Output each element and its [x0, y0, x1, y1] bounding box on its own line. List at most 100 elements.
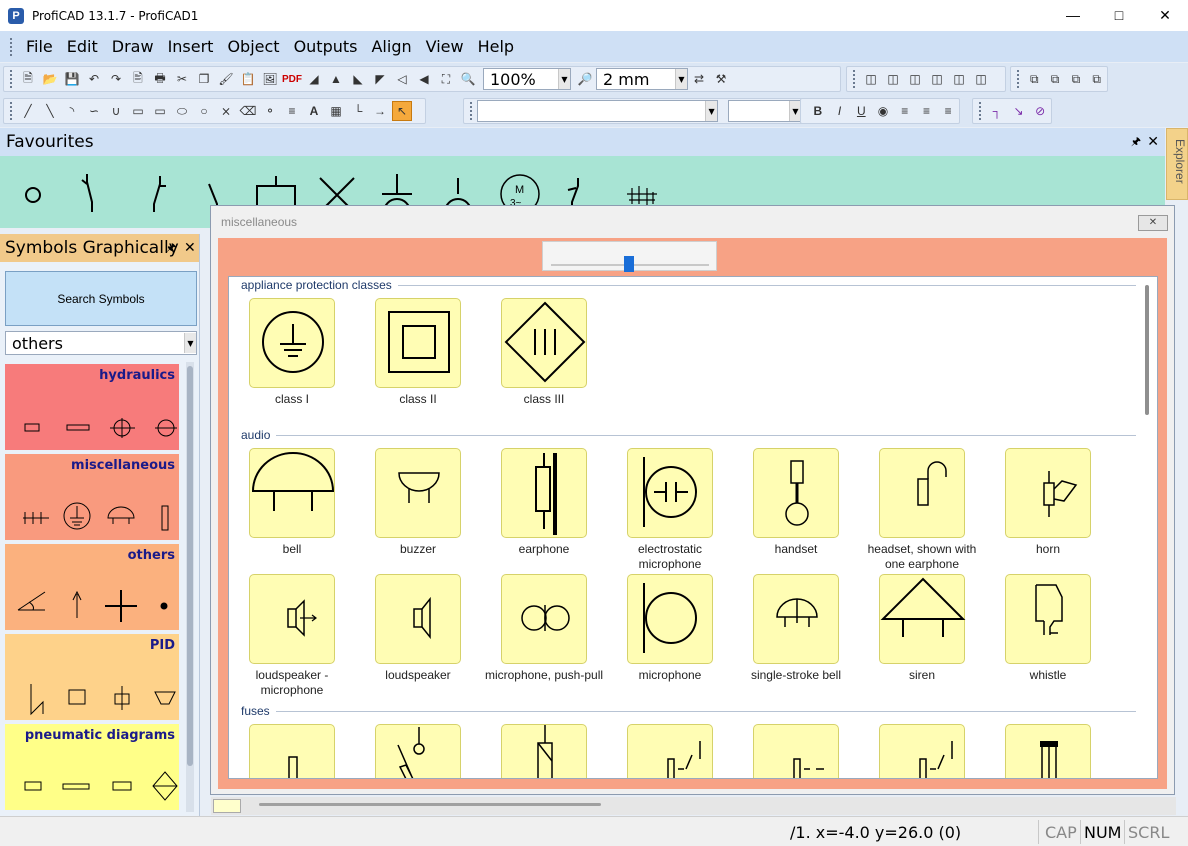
save-icon[interactable]: 💾	[62, 69, 82, 89]
font-size-select[interactable]: ▼	[728, 100, 802, 122]
toolbar-grip[interactable]	[979, 102, 982, 120]
sheet-tab[interactable]	[213, 799, 241, 813]
category-select[interactable]: others ▼	[5, 331, 197, 355]
print-icon[interactable]: 🖶	[150, 69, 170, 89]
horizontal-scrollbar[interactable]	[211, 797, 1176, 815]
toolbar-grip[interactable]	[1017, 70, 1020, 88]
circle-icon[interactable]: ○	[194, 101, 214, 121]
export-image-icon[interactable]: 🖼	[260, 69, 280, 89]
toolbar-grip[interactable]	[10, 102, 13, 120]
cross-icon[interactable]: ⨯	[216, 101, 236, 121]
align-text-center-icon[interactable]: ≡	[917, 101, 937, 121]
send-back-icon[interactable]: ⧉	[1046, 69, 1065, 89]
menu-outputs[interactable]: Outputs	[287, 37, 365, 56]
rounded-rect-icon[interactable]: ▭	[150, 101, 170, 121]
mirror-icon[interactable]: ◁	[392, 69, 412, 89]
library-pneumatic-diagrams[interactable]: pneumatic diagrams	[5, 724, 179, 810]
align-middle-icon[interactable]: ◫	[949, 69, 969, 89]
symbol-size-slider[interactable]	[542, 241, 717, 272]
tools-icon[interactable]: ⚒	[711, 69, 731, 89]
line-icon[interactable]: ╱	[18, 101, 38, 121]
document-close-button[interactable]: ✕	[1138, 215, 1168, 231]
align-right-icon[interactable]: ◫	[905, 69, 925, 89]
pin-icon[interactable]: 🖈	[1131, 133, 1141, 152]
menu-edit[interactable]: Edit	[60, 37, 105, 56]
bezier-icon[interactable]: ∪	[106, 101, 126, 121]
chevron-down-icon[interactable]: ▼	[558, 69, 570, 89]
symbols-panel-scrollbar[interactable]	[186, 362, 194, 812]
menu-help[interactable]: Help	[471, 37, 521, 56]
align-left-icon[interactable]: ◫	[861, 69, 881, 89]
menu-draw[interactable]: Draw	[105, 37, 161, 56]
menu-grip[interactable]	[10, 37, 13, 56]
underline-icon[interactable]: U	[851, 101, 871, 121]
pattern-icon[interactable]: ⚬	[260, 101, 280, 121]
library-miscellaneous[interactable]: miscellaneous	[5, 454, 179, 540]
eraser-icon[interactable]: ⌫	[238, 101, 258, 121]
flip-left-icon[interactable]: ◢	[304, 69, 324, 89]
bold-icon[interactable]: B	[808, 101, 828, 121]
new-file-icon[interactable]: 🗎	[18, 69, 38, 89]
paste-icon[interactable]: 📋	[238, 69, 258, 89]
print-preview-icon[interactable]: 🖹	[128, 69, 148, 89]
chevron-down-icon[interactable]: ▼	[184, 333, 196, 353]
toolbar-grip[interactable]	[853, 70, 856, 88]
menu-insert[interactable]: Insert	[161, 37, 221, 56]
chevron-down-icon[interactable]: ▼	[675, 69, 687, 89]
menu-object[interactable]: Object	[220, 37, 286, 56]
table-icon[interactable]: ▦	[326, 101, 346, 121]
lines-icon[interactable]: ≡	[282, 101, 302, 121]
library-hydraulics[interactable]: hydraulics	[5, 364, 179, 450]
format-painter-icon[interactable]: 🖌	[216, 69, 236, 89]
italic-icon[interactable]: I	[830, 101, 850, 121]
explorer-tab[interactable]: Explorer	[1166, 128, 1188, 200]
align-text-right-icon[interactable]: ≡	[938, 101, 958, 121]
close-icon[interactable]: ✕	[184, 240, 196, 256]
zoom-in-icon[interactable]: 🔍	[458, 69, 478, 89]
menu-file[interactable]: File	[19, 37, 60, 56]
align-bottom-icon[interactable]: ◫	[971, 69, 991, 89]
minimize-button[interactable]: —	[1050, 0, 1096, 31]
close-button[interactable]: ✕	[1142, 0, 1188, 31]
rotate-left-icon[interactable]: ◣	[348, 69, 368, 89]
symbols-grid-scrollbar[interactable]	[1145, 285, 1149, 415]
grid-select[interactable]: 2 mm ▼	[596, 68, 688, 90]
pin-icon[interactable]: 🖈	[166, 239, 176, 258]
menu-view[interactable]: View	[419, 37, 471, 56]
text-icon[interactable]: A	[304, 101, 324, 121]
rectangle-icon[interactable]: ▭	[128, 101, 148, 121]
menu-align[interactable]: Align	[364, 37, 418, 56]
rotate-right-icon[interactable]: ◤	[370, 69, 390, 89]
send-backward-icon[interactable]: ⧉	[1087, 69, 1106, 89]
wire-bridge-icon[interactable]: ┐	[987, 101, 1007, 121]
arc-icon[interactable]: ◝	[62, 101, 82, 121]
flip-up-icon[interactable]: ▲	[326, 69, 346, 89]
redo-icon[interactable]: ↷	[106, 69, 126, 89]
fav-switch-symbol[interactable]	[62, 164, 112, 214]
zoom-out-icon[interactable]: 🔎	[575, 69, 595, 89]
undo-icon[interactable]: ↶	[84, 69, 104, 89]
library-pid[interactable]: PID	[5, 634, 179, 720]
search-symbols-button[interactable]: Search Symbols	[5, 271, 197, 326]
align-top-icon[interactable]: ◫	[927, 69, 947, 89]
ellipse-icon[interactable]: ⬭	[172, 101, 192, 121]
bring-forward-icon[interactable]: ⧉	[1066, 69, 1085, 89]
align-center-icon[interactable]: ◫	[883, 69, 903, 89]
connector-icon[interactable]: →	[370, 101, 390, 121]
toolbar-grip[interactable]	[470, 102, 473, 120]
mirror-vertical-icon[interactable]: ◀	[414, 69, 434, 89]
select-arrow-icon[interactable]: ↖	[392, 101, 412, 121]
open-folder-icon[interactable]: 📂	[40, 69, 60, 89]
wire-icon[interactable]: └	[348, 101, 368, 121]
close-icon[interactable]: ✕	[1147, 134, 1159, 150]
font-family-select[interactable]: ▼	[476, 100, 719, 122]
font-color-icon[interactable]: ◉	[873, 101, 893, 121]
cut-icon[interactable]: ✂	[172, 69, 192, 89]
chevron-down-icon[interactable]: ▼	[705, 101, 718, 121]
zoom-select[interactable]: 100% ▼	[483, 68, 571, 90]
maximize-button[interactable]: □	[1096, 0, 1142, 31]
polyline-icon[interactable]: ╲	[40, 101, 60, 121]
pdf-icon[interactable]: PDF	[282, 69, 302, 89]
library-others[interactable]: others	[5, 544, 179, 630]
scrollbar-thumb[interactable]	[187, 366, 193, 766]
